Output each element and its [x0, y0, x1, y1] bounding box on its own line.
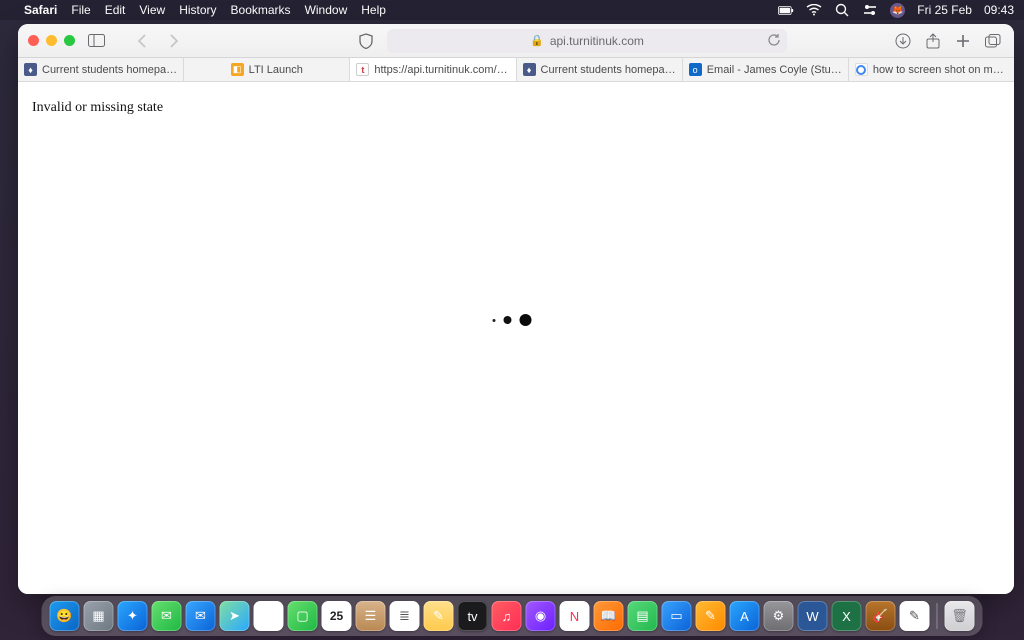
tab-label: how to screen shot on mac - G… — [873, 64, 1008, 76]
favicon-icon: ◧ — [231, 63, 244, 76]
tab-bar: ♦ Current students homepage |… ◧ LTI Launch… — [18, 58, 1014, 82]
sidebar-toggle-button[interactable] — [85, 30, 107, 52]
dock-facetime[interactable]: ▢ — [288, 601, 318, 631]
dock-books[interactable]: 📖 — [594, 601, 624, 631]
dock-numbers[interactable]: ▤ — [628, 601, 658, 631]
dock-trash[interactable]: 🗑 — [945, 601, 975, 631]
dock-finder[interactable]: 😀 — [50, 601, 80, 631]
menu-history[interactable]: History — [179, 3, 216, 17]
favicon-icon — [855, 63, 868, 76]
tab-0[interactable]: ♦ Current students homepage |… — [18, 58, 184, 81]
dock-tv[interactable]: tv — [458, 601, 488, 631]
favicon-icon: o — [689, 63, 702, 76]
dock-safari[interactable]: ✦ — [118, 601, 148, 631]
dock-appstore[interactable]: A — [730, 601, 760, 631]
tab-label: LTI Launch — [249, 64, 303, 76]
dock-calendar[interactable]: 25 — [322, 601, 352, 631]
address-bar[interactable]: 🔒 api.turnitinuk.com — [387, 29, 787, 53]
lock-icon: 🔒 — [530, 34, 544, 47]
dock-separator — [937, 603, 938, 629]
zoom-window-button[interactable] — [64, 35, 75, 46]
menu-help[interactable]: Help — [361, 3, 386, 17]
tab-4[interactable]: o Email - James Coyle (Student)… — [683, 58, 849, 81]
dock: 😀▦✦✉✉➤✿▢25☰≣✎tv♫◉N📖▤▭✎A⚙WX🎸✎🗑 — [42, 596, 983, 636]
window-toolbar: 🔒 api.turnitinuk.com — [18, 24, 1014, 58]
tab-label: https://api.turnitinuk.com/api/lti… — [374, 64, 509, 76]
loading-indicator — [493, 314, 532, 326]
share-button[interactable] — [922, 30, 944, 52]
menu-bookmarks[interactable]: Bookmarks — [231, 3, 291, 17]
dock-garageband[interactable]: 🎸 — [866, 601, 896, 631]
tab-label: Current students homepage |… — [541, 64, 676, 76]
favicon-icon: t — [356, 63, 369, 76]
dock-contacts[interactable]: ☰ — [356, 601, 386, 631]
dock-pages[interactable]: ✎ — [696, 601, 726, 631]
app-menu[interactable]: Safari — [24, 3, 57, 17]
menu-time[interactable]: 09:43 — [984, 3, 1014, 17]
dock-textedit[interactable]: ✎ — [900, 601, 930, 631]
dock-maps[interactable]: ➤ — [220, 601, 250, 631]
loader-dot-icon — [520, 314, 532, 326]
wifi-icon[interactable] — [806, 3, 822, 17]
dock-word[interactable]: W — [798, 601, 828, 631]
new-tab-button[interactable] — [952, 30, 974, 52]
user-icon[interactable]: 🦊 — [890, 3, 905, 18]
spotlight-icon[interactable] — [834, 3, 850, 17]
dock-podcasts[interactable]: ◉ — [526, 601, 556, 631]
menu-date[interactable]: Fri 25 Feb — [917, 3, 972, 17]
dock-excel[interactable]: X — [832, 601, 862, 631]
control-center-icon[interactable] — [862, 3, 878, 17]
tab-overview-button[interactable] — [982, 30, 1004, 52]
tab-1[interactable]: ◧ LTI Launch — [184, 58, 350, 81]
tab-label: Email - James Coyle (Student)… — [707, 64, 842, 76]
menu-file[interactable]: File — [71, 3, 90, 17]
tab-label: Current students homepage |… — [42, 64, 177, 76]
dock-keynote[interactable]: ▭ — [662, 601, 692, 631]
dock-launchpad[interactable]: ▦ — [84, 601, 114, 631]
address-text: api.turnitinuk.com — [550, 34, 644, 48]
dock-photos[interactable]: ✿ — [254, 601, 284, 631]
loader-dot-icon — [504, 316, 512, 324]
tab-5[interactable]: how to screen shot on mac - G… — [849, 58, 1014, 81]
page-content: Invalid or missing state — [18, 82, 1014, 594]
loader-dot-icon — [493, 319, 496, 322]
favicon-icon: ♦ — [523, 63, 536, 76]
close-window-button[interactable] — [28, 35, 39, 46]
menu-edit[interactable]: Edit — [105, 3, 126, 17]
tab-2[interactable]: t https://api.turnitinuk.com/api/lti… — [350, 58, 516, 81]
tab-3[interactable]: ♦ Current students homepage |… — [517, 58, 683, 81]
favicon-icon: ♦ — [24, 63, 37, 76]
minimize-window-button[interactable] — [46, 35, 57, 46]
dock-news[interactable]: N — [560, 601, 590, 631]
downloads-button[interactable] — [892, 30, 914, 52]
dock-mail[interactable]: ✉ — [186, 601, 216, 631]
dock-notes[interactable]: ✎ — [424, 601, 454, 631]
privacy-report-button[interactable] — [355, 30, 377, 52]
menu-view[interactable]: View — [139, 3, 165, 17]
menu-bar: Safari File Edit View History Bookmarks … — [0, 0, 1024, 20]
dock-messages[interactable]: ✉ — [152, 601, 182, 631]
traffic-lights — [28, 35, 75, 46]
dock-reminders[interactable]: ≣ — [390, 601, 420, 631]
error-message: Invalid or missing state — [32, 100, 163, 116]
forward-button[interactable] — [163, 30, 185, 52]
safari-window: 🔒 api.turnitinuk.com ♦ Current students h… — [18, 24, 1014, 594]
dock-music[interactable]: ♫ — [492, 601, 522, 631]
battery-icon[interactable] — [778, 3, 794, 17]
reload-button[interactable] — [767, 33, 781, 50]
menu-window[interactable]: Window — [305, 3, 348, 17]
back-button[interactable] — [131, 30, 153, 52]
dock-settings[interactable]: ⚙ — [764, 601, 794, 631]
